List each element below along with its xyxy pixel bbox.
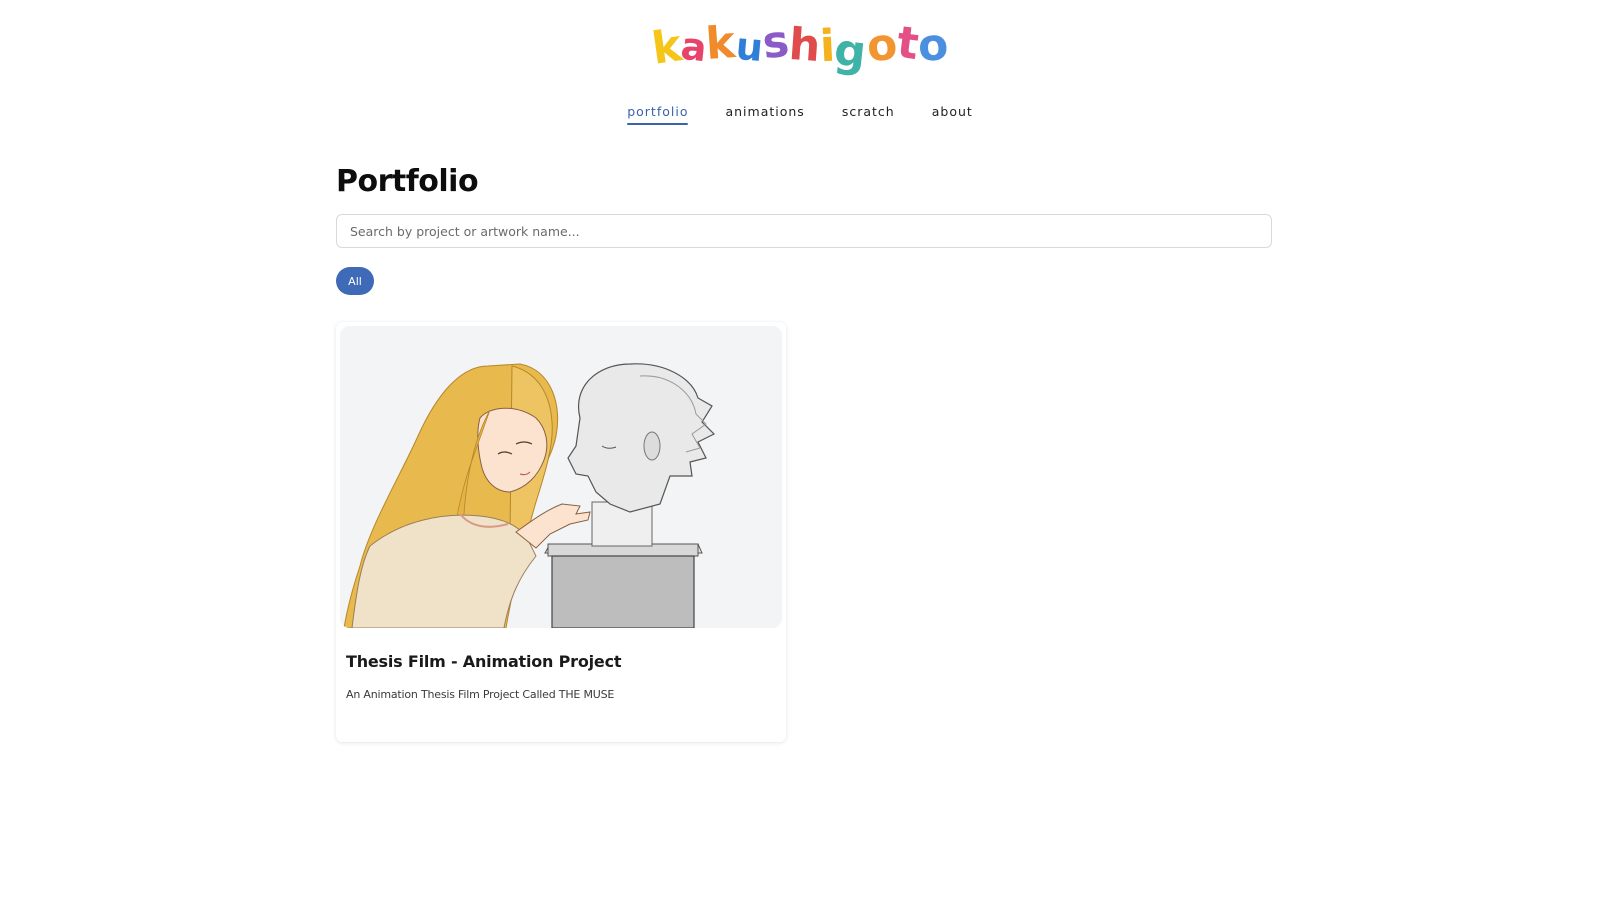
nav-item-portfolio[interactable]: portfolio xyxy=(627,100,689,125)
card-description: An Animation Thesis Film Project Called … xyxy=(346,688,615,701)
logo-letter: h xyxy=(787,18,823,73)
project-card[interactable]: Thesis Film - Animation Project An Anima… xyxy=(336,322,786,742)
card-title: Thesis Film - Animation Project xyxy=(346,652,622,671)
main-nav: portfolio animations scratch about xyxy=(0,100,1600,125)
filter-all-button[interactable]: All xyxy=(336,267,374,295)
logo-letter: g xyxy=(832,24,869,79)
logo-letter: k xyxy=(704,17,738,70)
page-title: Portfolio xyxy=(336,164,479,199)
nav-item-animations[interactable]: animations xyxy=(725,100,804,125)
artwork-thumbnail-icon xyxy=(340,326,782,628)
site-logo[interactable]: kakushigoto xyxy=(0,14,1600,79)
nav-item-scratch[interactable]: scratch xyxy=(842,100,895,125)
logo-letter: o xyxy=(916,19,951,72)
nav-item-about[interactable]: about xyxy=(932,100,973,125)
search-input[interactable] xyxy=(336,214,1272,248)
